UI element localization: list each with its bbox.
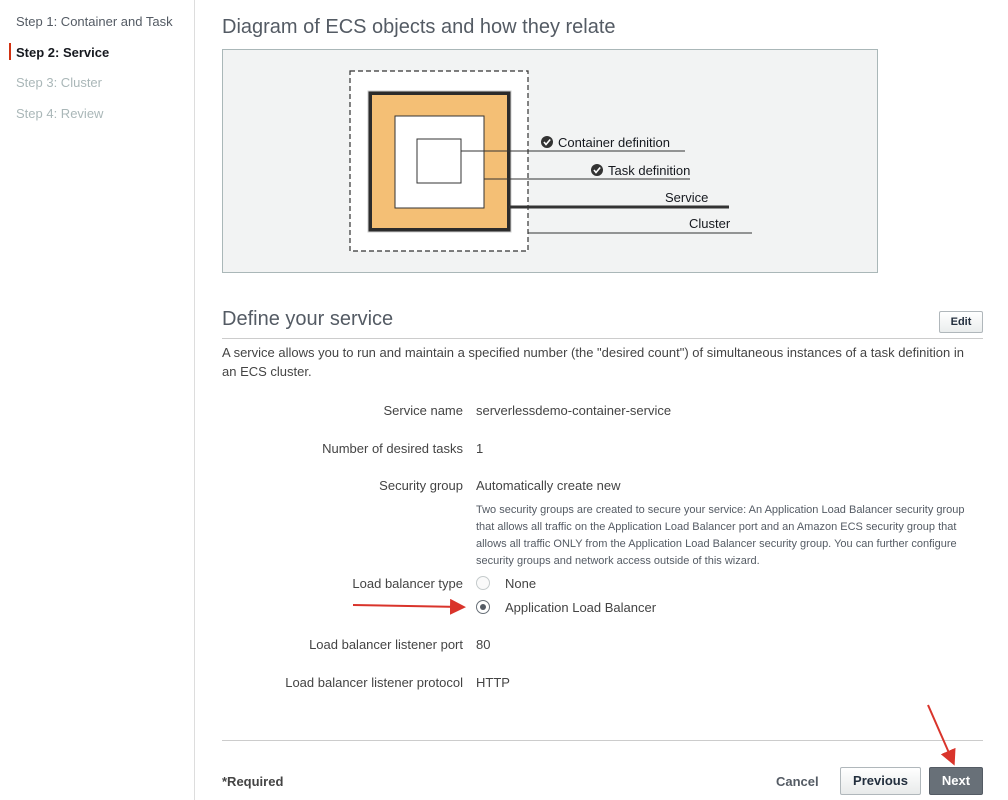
required-note: *Required [222, 774, 284, 789]
check-circle-icon [591, 164, 603, 176]
wizard-sidebar: Step 1: Container and Task Step 2: Servi… [0, 0, 195, 800]
load-balancer-type-label: Load balancer type [352, 576, 463, 591]
security-group-value: Automatically create new [476, 478, 621, 493]
container-box [416, 138, 462, 184]
cluster-label: Cluster [689, 216, 731, 231]
footer-divider [222, 740, 983, 741]
next-button[interactable]: Next [929, 767, 983, 795]
service-label: Service [665, 190, 708, 205]
section-heading: Define your service [222, 308, 394, 330]
container-definition-label: Container definition [558, 135, 670, 150]
arrow-to-alb-radio [352, 598, 466, 615]
step-review: Step 4: Review [16, 106, 104, 121]
radio-application-load-balancer-label[interactable]: Application Load Balancer [505, 600, 656, 615]
cancel-button[interactable]: Cancel [776, 774, 819, 789]
desired-tasks-value: 1 [476, 441, 484, 456]
task-definition-label: Task definition [608, 163, 690, 178]
radio-none[interactable] [476, 576, 490, 590]
security-group-help: Two security groups are created to secur… [476, 504, 965, 567]
step-service[interactable]: Step 2: Service [16, 45, 109, 60]
service-name-label: Service name [383, 403, 463, 418]
ecs-diagram-graphic: Container definition Task definition Ser… [349, 70, 752, 252]
listener-port-value: 80 [476, 637, 491, 652]
active-step-marker [9, 43, 11, 60]
diagram-title: Diagram of ECS objects and how they rela… [222, 16, 616, 38]
check-circle-icon [541, 136, 553, 148]
desired-tasks-label: Number of desired tasks [322, 441, 463, 456]
listener-protocol-value: HTTP [476, 675, 510, 690]
service-name-value: serverlessdemo-container-service [476, 403, 672, 418]
listener-protocol-label: Load balancer listener protocol [285, 675, 463, 690]
radio-application-load-balancer[interactable] [476, 600, 490, 614]
radio-none-label[interactable]: None [505, 576, 536, 591]
edit-button[interactable]: Edit [939, 311, 983, 333]
previous-button[interactable]: Previous [840, 767, 921, 795]
section-divider [222, 338, 983, 339]
arrow-to-next-button [927, 704, 956, 766]
step-cluster: Step 3: Cluster [16, 75, 102, 90]
step-container-and-task[interactable]: Step 1: Container and Task [16, 14, 173, 29]
listener-port-label: Load balancer listener port [309, 637, 463, 652]
service-description: A service allows you to run and maintain… [222, 345, 964, 379]
security-group-label: Security group [379, 478, 463, 493]
ecs-objects-diagram: Container definition Task definition Ser… [222, 49, 878, 273]
